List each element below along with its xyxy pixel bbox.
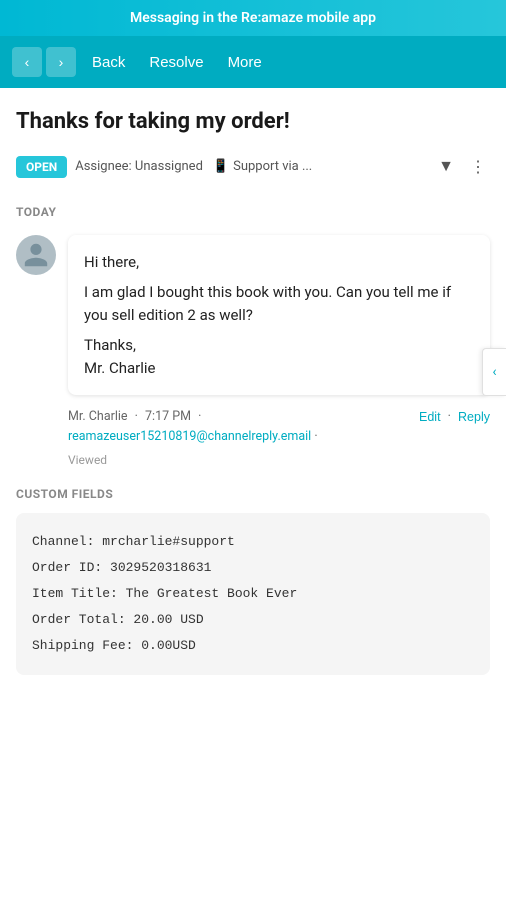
message-bubble: Hi there, I am glad I bought this book w… xyxy=(68,235,490,396)
more-button[interactable]: More xyxy=(220,50,270,75)
conversation-title: Thanks for taking my order! xyxy=(16,108,490,137)
custom-field-item-title: Item Title: The Greatest Book Ever xyxy=(32,581,474,607)
status-badge: OPEN xyxy=(16,156,67,178)
message-body: I am glad I bought this book with you. C… xyxy=(84,281,474,326)
custom-fields-box: Channel: mrcharlie#support Order ID: 302… xyxy=(16,513,490,675)
message-time: 7:17 PM xyxy=(145,407,191,427)
chevron-left-icon: ‹ xyxy=(492,364,496,380)
edit-button[interactable]: Edit xyxy=(419,410,441,424)
reply-button[interactable]: Reply xyxy=(458,410,490,424)
status-bar: OPEN Assignee: Unassigned 📱 Support via … xyxy=(16,153,490,181)
today-label: TODAY xyxy=(16,205,490,219)
custom-field-order-total: Order Total: 20.00 USD xyxy=(32,607,474,633)
resolve-button[interactable]: Resolve xyxy=(141,50,211,75)
back-button[interactable]: Back xyxy=(84,50,133,75)
header-bar: ‹ › Back Resolve More xyxy=(0,36,506,88)
filter-button[interactable]: ▼ xyxy=(434,154,458,180)
filter-icon: ▼ xyxy=(438,158,454,175)
meta-actions: Edit · Reply xyxy=(419,407,490,427)
custom-fields-label: CUSTOM FIELDS xyxy=(16,487,490,501)
avatar xyxy=(16,235,56,275)
notification-banner: Messaging in the Re:amaze mobile app xyxy=(0,0,506,36)
custom-field-shipping-fee: Shipping Fee: 0.00USD xyxy=(32,633,474,659)
next-button[interactable]: › xyxy=(46,47,76,77)
message-signoff: Thanks, Mr. Charlie xyxy=(84,334,474,379)
prev-button[interactable]: ‹ xyxy=(12,47,42,77)
options-button[interactable]: ⋮ xyxy=(466,153,490,181)
main-content: Thanks for taking my order! OPEN Assigne… xyxy=(0,88,506,691)
more-dots-icon: ⋮ xyxy=(470,159,486,176)
user-avatar-icon xyxy=(22,241,50,269)
message-greeting: Hi there, xyxy=(84,251,474,274)
meta-row: Mr. Charlie · 7:17 PM · Edit · Reply xyxy=(68,407,490,427)
custom-field-channel: Channel: mrcharlie#support xyxy=(32,529,474,555)
collapse-panel-button[interactable]: ‹ xyxy=(482,348,506,396)
custom-field-order-id: Order ID: 3029520318631 xyxy=(32,555,474,581)
assignee-info: Assignee: Unassigned 📱 Support via ... xyxy=(75,159,426,174)
channel-icon: 📱 xyxy=(213,159,229,174)
sender-name-label: Mr. Charlie xyxy=(68,407,128,427)
viewed-label: Viewed xyxy=(16,453,490,467)
message-meta: Mr. Charlie · 7:17 PM · Edit · Reply rea… xyxy=(16,407,490,447)
message-area: Hi there, I am glad I bought this book w… xyxy=(16,235,490,396)
message-email: reamazeuser15210819@channelreply.email · xyxy=(68,427,490,447)
nav-arrows: ‹ › xyxy=(12,47,76,77)
arrow-right-icon: › xyxy=(59,54,64,70)
arrow-left-icon: ‹ xyxy=(25,54,30,70)
